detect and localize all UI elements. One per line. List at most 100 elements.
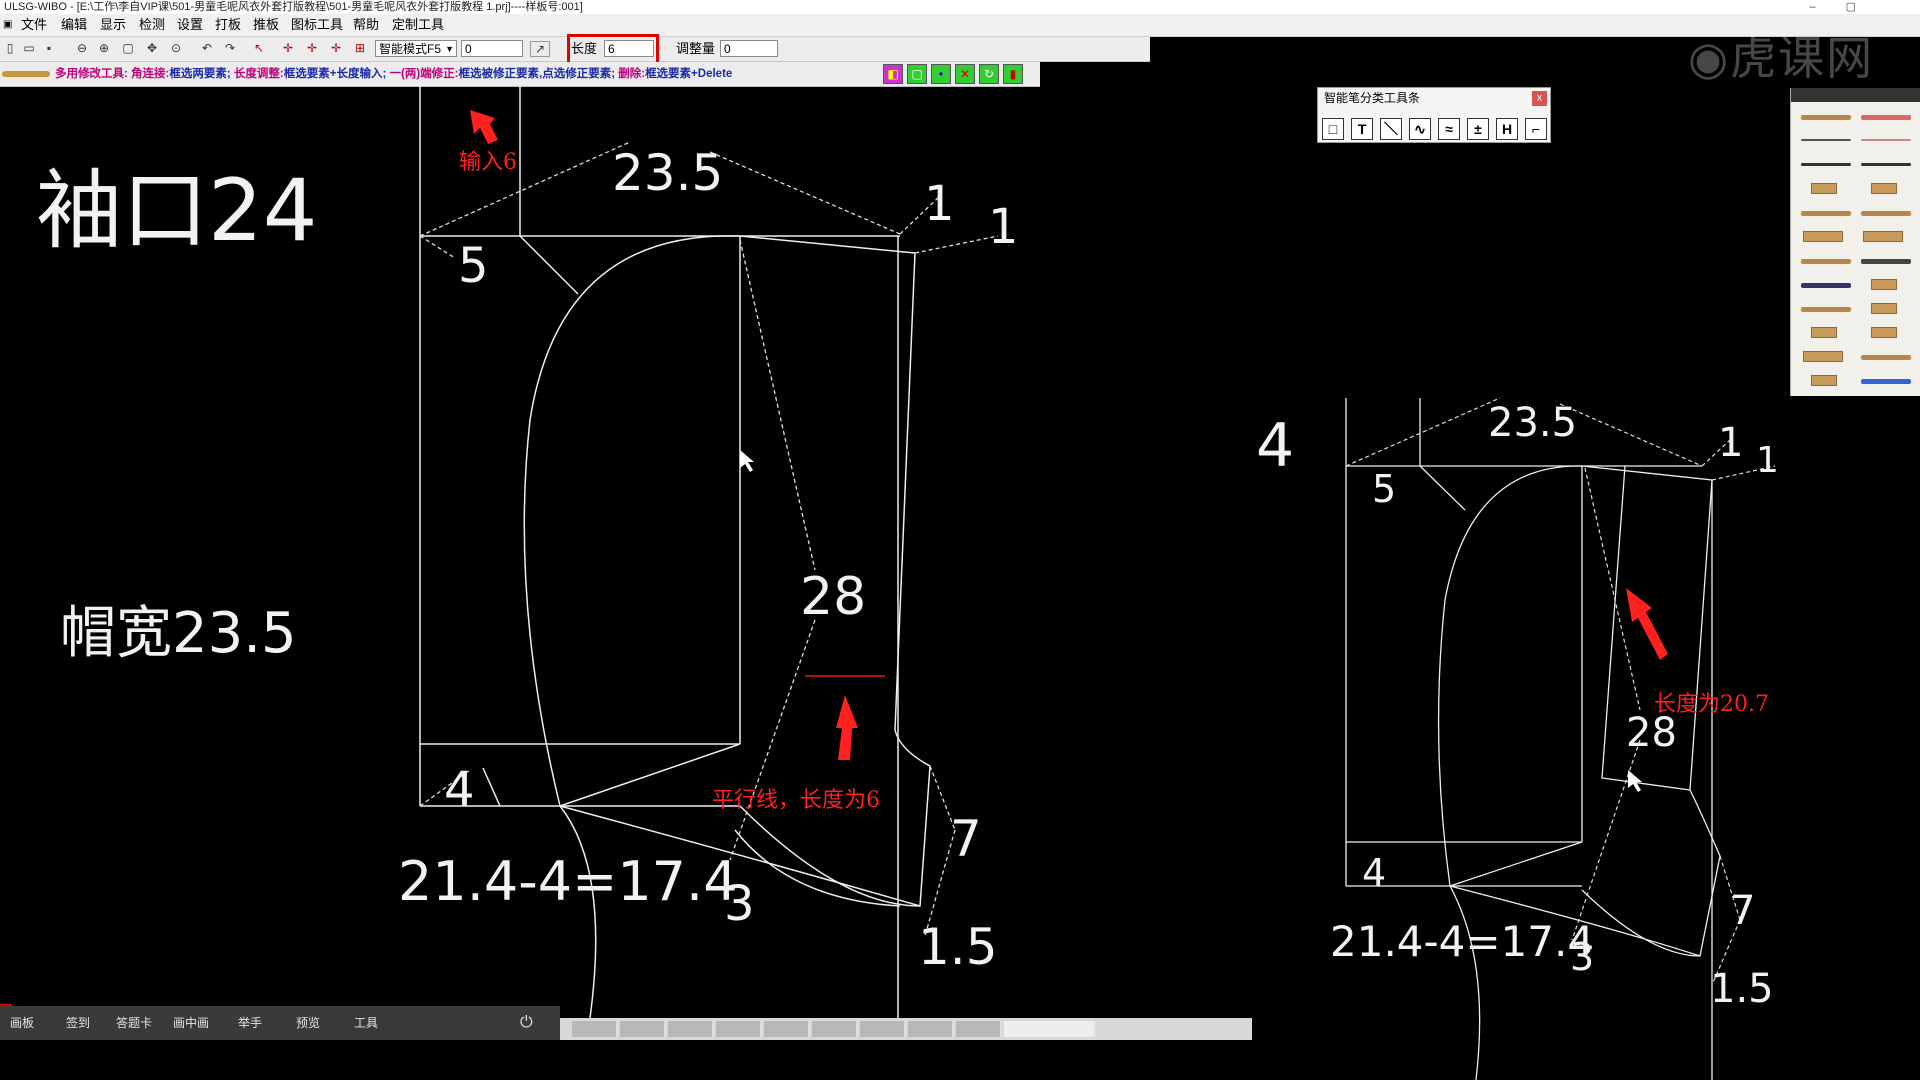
btn-checkin[interactable]: 签到 (66, 1006, 90, 1040)
rect-tool-icon[interactable]: ▢ (907, 64, 927, 84)
cursor-icon (1628, 770, 1642, 792)
mode-select[interactable]: 智能模式F5 ▼ (375, 40, 457, 57)
zoom-fit-icon[interactable]: ▢ (121, 41, 135, 55)
window-controls[interactable]: –▢ (1809, 0, 1886, 14)
shoulder-line (739, 235, 916, 254)
hint-bar: 多用修改工具: 角连接:框选两要素; 长度调整:框选要素+长度输入; 一(两)端… (0, 62, 1040, 87)
menu-help[interactable]: 帮助 (350, 14, 382, 36)
arc-tool-icon[interactable] (1857, 348, 1915, 365)
offset-tool-icon[interactable]: ± (1467, 118, 1489, 140)
erase-tool-icon[interactable] (1797, 372, 1855, 389)
value-input[interactable]: 0 (461, 40, 523, 57)
watermark-logo-icon: ◉ (1688, 31, 1731, 85)
rectangle-tool-icon[interactable]: □ (1322, 118, 1344, 140)
link-tool-icon[interactable] (1857, 372, 1915, 389)
dashed-measure (709, 151, 901, 235)
sewing-tool-icon[interactable] (1857, 252, 1915, 269)
frame-line (1449, 841, 1583, 887)
cross-tool-icon[interactable]: ✕ (955, 64, 975, 84)
delete-tool-icon[interactable]: ▮ (1003, 64, 1023, 84)
close-icon[interactable]: x (1532, 91, 1547, 106)
menu-view[interactable]: 显示 (97, 14, 129, 36)
mode-select-value: 智能模式F5 (379, 42, 442, 56)
wedge2-tool-icon[interactable] (1857, 204, 1915, 221)
btn-preview[interactable]: 预览 (296, 1006, 320, 1040)
gather-tool-icon[interactable] (1857, 300, 1915, 317)
label-tool-icon[interactable] (1857, 324, 1915, 341)
zoom-in-icon[interactable]: ⊕ (97, 41, 111, 55)
fold-tool-icon[interactable] (1857, 276, 1915, 293)
select-delete-icon[interactable]: ↖ (252, 41, 266, 55)
menu-file[interactable]: 文件 (18, 14, 50, 36)
awl-tool-icon[interactable] (1857, 156, 1915, 173)
menu-settings[interactable]: 设置 (174, 14, 206, 36)
insert-point-icon[interactable]: ✛ (329, 41, 343, 55)
save-icon[interactable]: ▪ (42, 41, 56, 55)
add-point-icon[interactable]: ✛ (305, 41, 319, 55)
line-tool-icon[interactable]: ＼ (1380, 118, 1402, 140)
btn-whiteboard[interactable]: 画板 (10, 1006, 34, 1040)
zoom-out-icon[interactable]: ⊖ (75, 41, 89, 55)
mode-toggle-icon[interactable]: ◧ (883, 64, 903, 84)
hint-segment: 框选要素+长度输入; (283, 68, 390, 80)
corner-tool-icon[interactable]: ⌐ (1525, 118, 1547, 140)
pick-icon[interactable]: ↗ (530, 41, 550, 57)
block2-tool-icon[interactable] (1857, 228, 1915, 245)
line-tool-icon[interactable] (1857, 132, 1915, 149)
arrow-icon (1626, 588, 1668, 660)
ruler-tool-icon[interactable] (1857, 108, 1915, 125)
parallel-tool-icon[interactable]: H (1496, 118, 1518, 140)
adjust-input[interactable]: 0 (720, 40, 778, 57)
move-point-icon[interactable]: ✛ (281, 41, 295, 55)
menu-draft[interactable]: 打板 (212, 14, 244, 36)
pen-tool-icon[interactable] (1797, 108, 1855, 125)
menu-icon-tools[interactable]: 图标工具 (288, 14, 346, 36)
undo-icon[interactable]: ↶ (200, 41, 214, 55)
btn-pip[interactable]: 画中画 (173, 1006, 209, 1040)
app-menu-icon[interactable]: ▣ (0, 14, 15, 36)
cut-tool-icon[interactable] (1797, 276, 1855, 293)
notch-tool-icon[interactable] (1797, 324, 1855, 341)
rotate-tool-icon[interactable]: ↻ (979, 64, 999, 84)
roll-tool-icon[interactable] (1857, 180, 1915, 197)
menu-edit[interactable]: 编辑 (58, 14, 90, 36)
point-tool-icon[interactable]: • (931, 64, 951, 84)
wedge-tool-icon[interactable] (1797, 204, 1855, 221)
menu-custom-tools[interactable]: 定制工具 (389, 14, 447, 36)
btn-raise-hand[interactable]: 举手 (238, 1006, 262, 1040)
dim-label: 1 (988, 199, 1019, 255)
tape-tool-icon[interactable] (1797, 180, 1855, 197)
menu-grade[interactable]: 推板 (250, 14, 282, 36)
power-icon[interactable]: ⏻ (520, 1006, 533, 1040)
front-seam (1449, 885, 1481, 1080)
frame-line (519, 235, 579, 295)
formula-label: 21.4-4=17.4 (1330, 917, 1594, 966)
open-folder-icon[interactable]: ▭ (22, 41, 36, 55)
hint-segment: 删除: (618, 68, 646, 80)
block-tool-icon[interactable] (1797, 228, 1855, 245)
button-tool-icon[interactable] (1797, 348, 1855, 365)
dashed-measure (729, 619, 816, 861)
curve-tool-icon[interactable]: ∿ (1409, 118, 1431, 140)
zoom-window-icon[interactable]: ⊙ (169, 41, 183, 55)
btn-tools[interactable]: 工具 (354, 1006, 378, 1040)
title-bar: ULSG-WIBO - [E:\工作\李自VIP课\501-男童毛呢风衣外套打版… (0, 0, 1920, 14)
pleat-tool-icon[interactable] (1797, 300, 1855, 317)
text-tool-icon[interactable]: T (1351, 118, 1373, 140)
horizontal-scrollbar[interactable] (560, 1018, 1252, 1040)
dart-tool-icon[interactable] (1797, 252, 1855, 269)
wave-tool-icon[interactable]: ≈ (1438, 118, 1460, 140)
redo-icon[interactable]: ↷ (223, 41, 237, 55)
menu-check[interactable]: 检测 (136, 14, 168, 36)
measure-icon[interactable]: ⊞ (353, 41, 367, 55)
scissors-tool-icon[interactable] (1797, 156, 1855, 173)
drawing-canvas[interactable]: 袖口24 帽宽23.5 23.5 1 1 5 28 4 7 3 1.5 21.4… (0, 86, 1920, 1080)
needle-tool-icon[interactable] (1797, 132, 1855, 149)
hint-segment: 框选要素+Delete (645, 68, 733, 80)
pan-icon[interactable]: ✥ (145, 41, 159, 55)
hem-inner (734, 829, 901, 907)
dim-label: 1.5 (918, 918, 998, 976)
new-file-icon[interactable]: ▯ (3, 41, 17, 55)
dim-label: 23.5 (612, 144, 723, 202)
btn-answer-card[interactable]: 答题卡 (116, 1006, 152, 1040)
